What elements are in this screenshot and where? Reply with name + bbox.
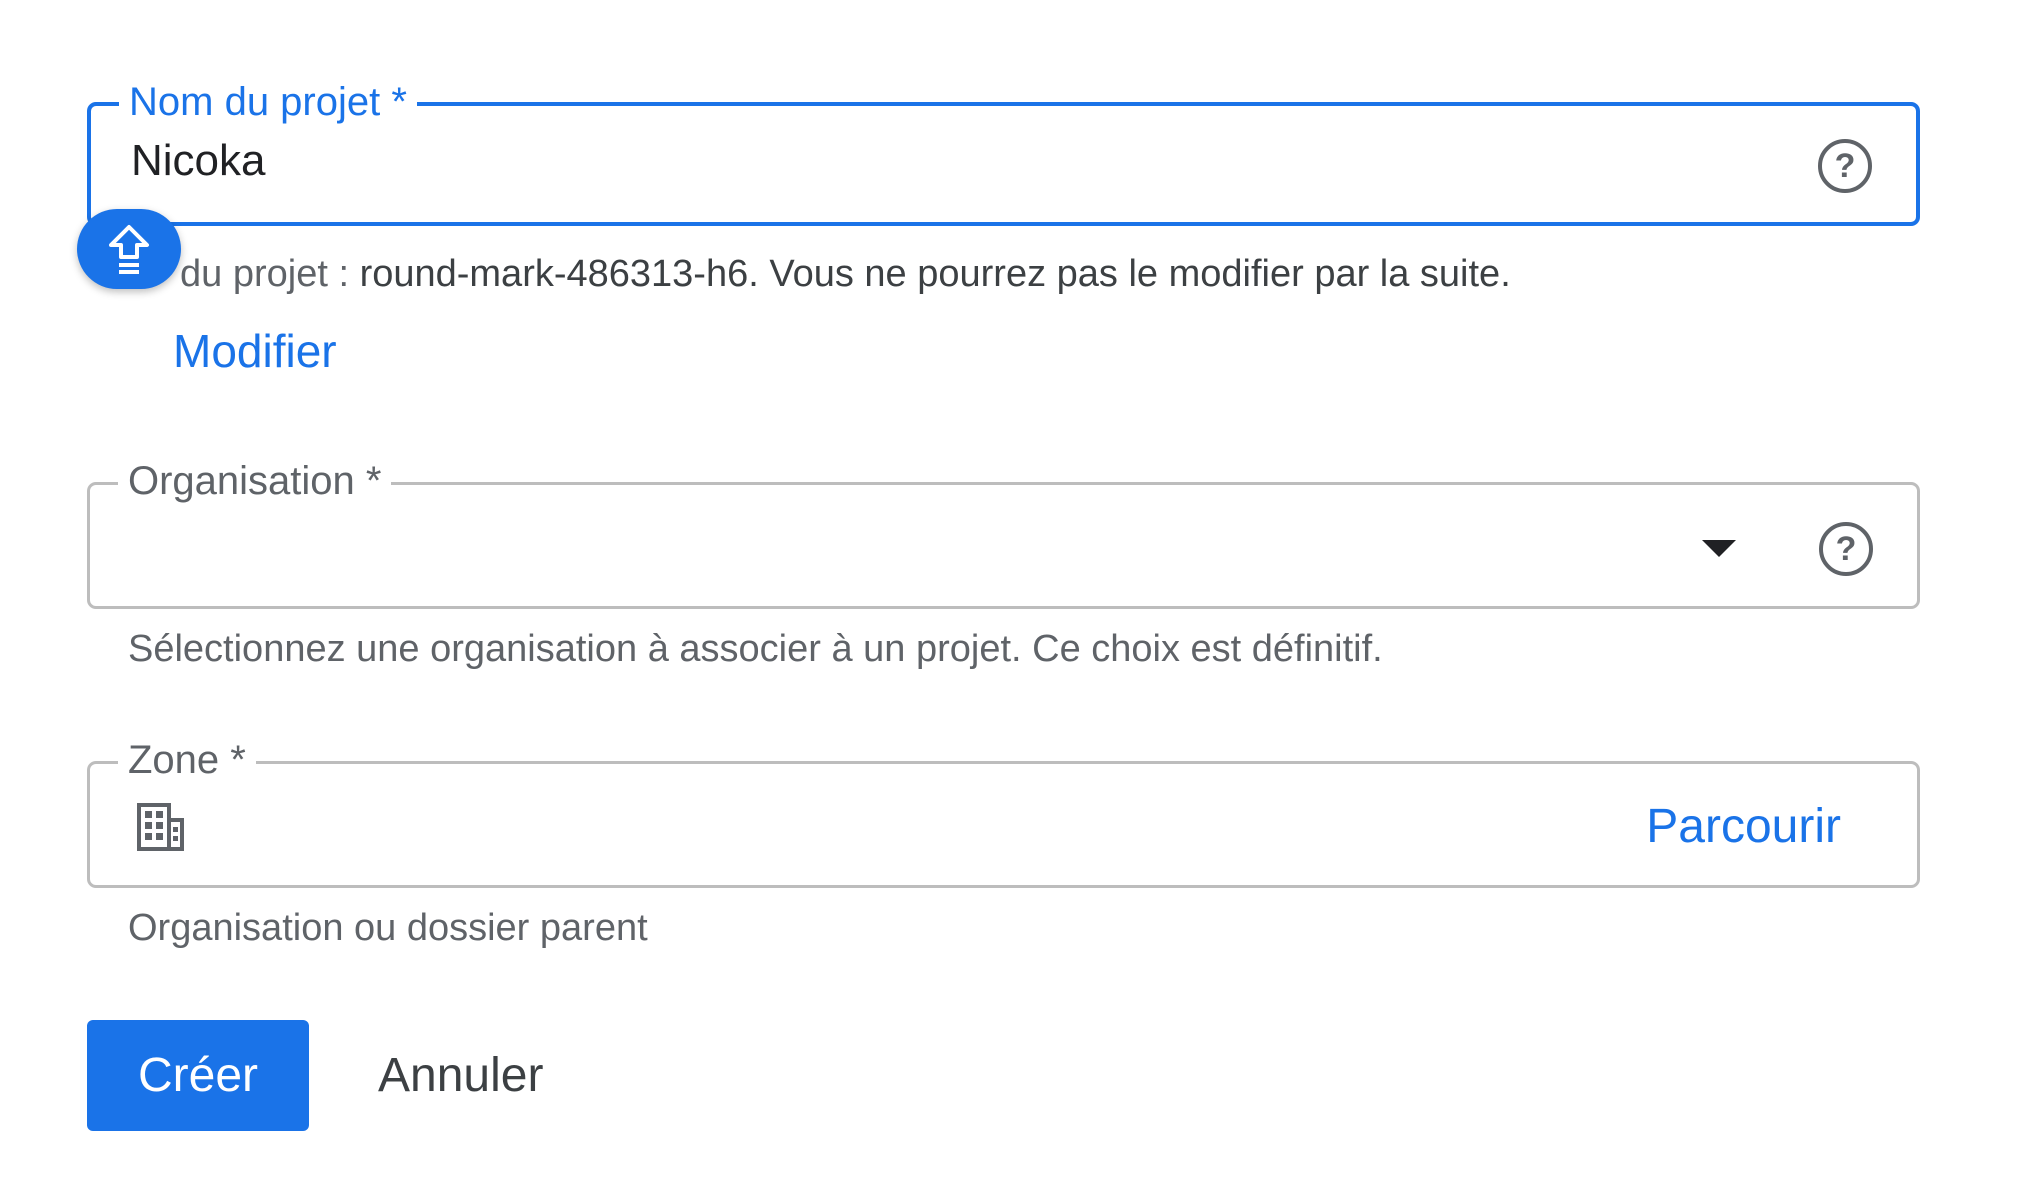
help-circle-icon[interactable]: ? xyxy=(1819,522,1873,576)
cancel-button[interactable]: Annuler xyxy=(358,1020,563,1131)
zone-label: Zone * xyxy=(118,735,256,785)
help-circle-icon[interactable]: ? xyxy=(1818,139,1872,193)
project-id-value: round-mark-486313-h6. Vous ne pourrez pa… xyxy=(359,253,1511,295)
create-project-form: Nom du projet * Nicoka ? du projet : rou… xyxy=(0,0,2037,1177)
building-icon xyxy=(137,803,184,851)
organisation-helper-text: Sélectionnez une organisation à associer… xyxy=(128,628,1383,670)
upload-arrow-icon[interactable] xyxy=(77,209,181,289)
dropdown-arrow-icon[interactable] xyxy=(1702,540,1736,557)
project-name-label: Nom du projet * xyxy=(119,77,417,127)
project-name-field[interactable]: Nom du projet * Nicoka ? xyxy=(87,77,1920,226)
organisation-select[interactable]: Organisation * ? xyxy=(87,456,1920,609)
organisation-label: Organisation * xyxy=(118,456,392,506)
zone-field[interactable]: Zone * Parcourir xyxy=(87,735,1920,888)
project-name-input[interactable]: Nicoka xyxy=(131,134,266,188)
zone-helper-text: Organisation ou dossier parent xyxy=(128,907,648,949)
upload-arrow-glyph xyxy=(109,225,149,274)
browse-button[interactable]: Parcourir xyxy=(1646,798,1841,856)
project-id-text: du projet : round-mark-486313-h6. Vous n… xyxy=(180,250,1511,298)
modify-project-id-link[interactable]: Modifier xyxy=(173,323,337,379)
project-id-prefix: du projet : xyxy=(180,253,360,295)
create-button[interactable]: Créer xyxy=(87,1020,309,1131)
